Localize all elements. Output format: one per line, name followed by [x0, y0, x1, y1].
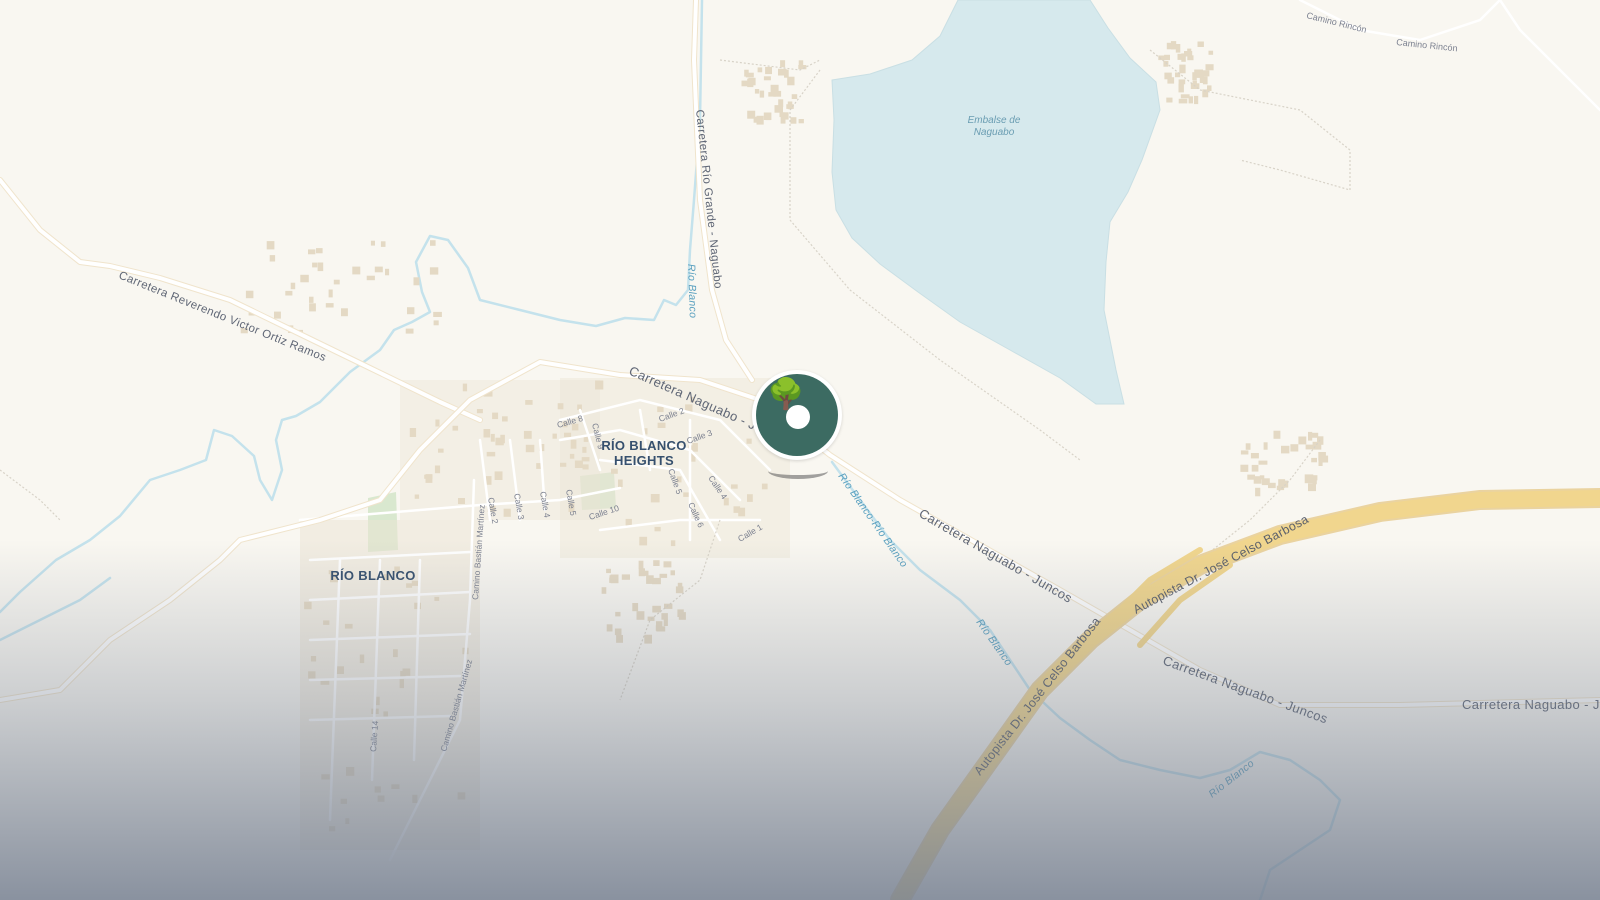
street-label-calle-10: Calle 10: [588, 503, 621, 522]
street-label-calle-3b: Calle 3: [512, 493, 526, 521]
marker-disc: 🌳: [756, 374, 838, 456]
street-label-calle-1: Calle 1: [736, 522, 764, 544]
map-canvas[interactable]: Embalse de Naguabo Camino Rincón Camino …: [0, 0, 1600, 900]
street-label-calle-5a: Calle 5: [666, 467, 685, 496]
location-marker[interactable]: 🌳: [752, 370, 842, 460]
road-label-naguabo-juncos-2: Carretera Naguabo - Juncos: [917, 506, 1076, 606]
tree-icon: 🌳: [767, 378, 805, 411]
street-label-calle-8: Calle 8: [556, 413, 584, 430]
street-label-calle-3a: Calle 3: [685, 427, 714, 446]
street-label-calle-5b: Calle 5: [564, 489, 578, 517]
place-label-rio-blanco-heights-1: RÍO BLANCO: [601, 438, 686, 453]
street-label-calle-2a: Calle 2: [657, 405, 686, 424]
road-label-naguabo-juncos-3: Carretera Naguabo - Juncos: [1161, 653, 1330, 727]
road-label-rincon-2: Camino Rincón: [1396, 37, 1458, 53]
river-label-4: Río Blanco: [1206, 757, 1256, 800]
river-label-3: Río Blanco: [974, 617, 1015, 668]
lake-label-line-2: Naguabo: [974, 127, 1015, 138]
street-label-calle-2b: Calle 2: [486, 497, 500, 525]
marker-shadow: [768, 463, 828, 479]
road-label-reverendo: Carretera Reverendo Victor Ortiz Ramos: [117, 270, 328, 365]
road-label-rincon-1: Camino Rincón: [1306, 10, 1368, 35]
road-label-naguabo-juncos-4: Carretera Naguabo - J: [1462, 697, 1600, 712]
street-label-calle-4b: Calle 4: [538, 491, 552, 519]
highway-label-1: Autopista Dr. José Celso Barbosa: [1131, 512, 1311, 617]
river-label-1: Río Blanco: [685, 264, 699, 319]
road-label-bastian-1: Camino Bastián Martínez: [470, 504, 487, 600]
street-label-calle-4a: Calle 4: [706, 474, 729, 502]
river-label-2: Río Blanco-Río Blanco: [836, 471, 910, 570]
street-label-calle-14: Calle 14: [368, 720, 380, 752]
road-label-bastian-2: Camino Bastián Martínez: [438, 658, 474, 752]
place-label-rio-blanco-heights-2: HEIGHTS: [614, 453, 674, 468]
place-label-rio-blanco: RÍO BLANCO: [330, 568, 415, 583]
street-label-calle-6: Calle 6: [686, 501, 706, 529]
road-label-rio-grande: Carretera Río Grande - Naguabo: [693, 109, 724, 289]
lake-label-line-1: Embalse de: [968, 115, 1021, 126]
